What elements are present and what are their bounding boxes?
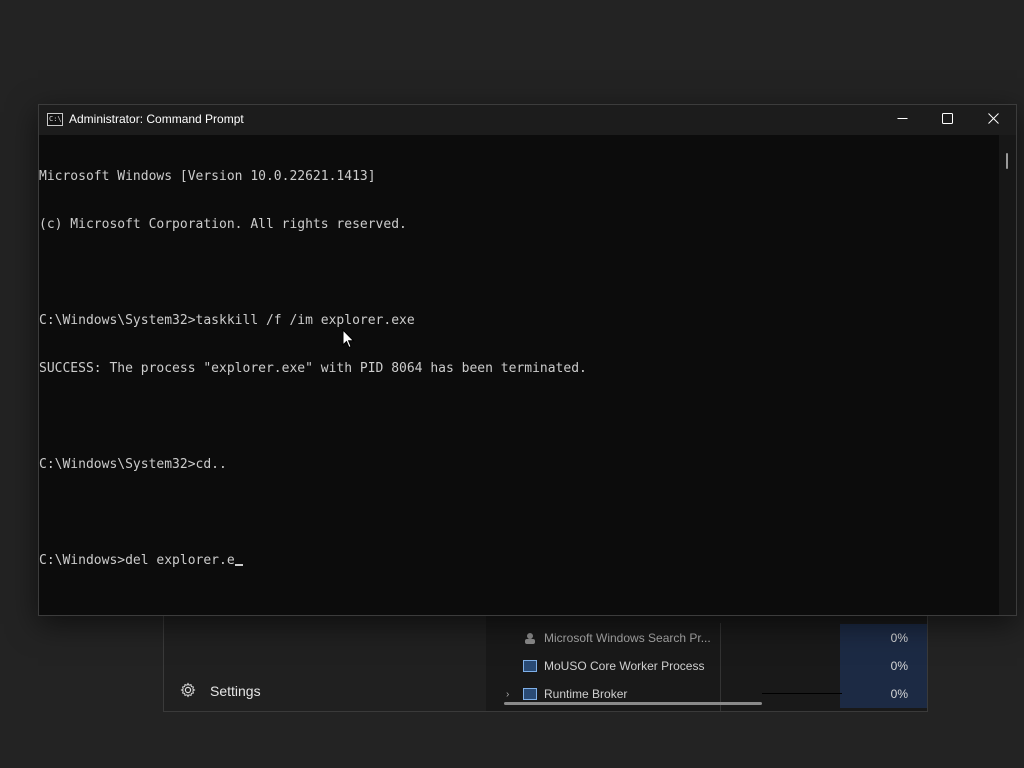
scrollbar-thumb[interactable] — [1006, 153, 1008, 169]
process-name: Runtime Broker — [544, 687, 628, 701]
process-row[interactable]: MoUSO Core Worker Process 0% — [486, 652, 927, 680]
search-indexer-icon — [523, 632, 537, 644]
window-icon — [523, 688, 537, 700]
process-row[interactable]: Microsoft Windows Search Pr... 0% — [486, 624, 927, 652]
maximize-icon — [941, 111, 953, 129]
maximize-button[interactable] — [924, 105, 970, 135]
console-text: Microsoft Windows [Version 10.0.22621.14… — [39, 137, 587, 601]
minimize-button[interactable] — [879, 105, 925, 135]
gear-icon — [180, 682, 196, 701]
process-name: Microsoft Windows Search Pr... — [544, 631, 711, 645]
console-line: Microsoft Windows [Version 10.0.22621.14… — [39, 169, 376, 184]
process-cpu: 0% — [840, 652, 927, 680]
console-line: C:\Windows\System32>taskkill /f /im expl… — [39, 313, 415, 328]
console-line: (c) Microsoft Corporation. All rights re… — [39, 217, 407, 232]
cmd-app-icon: C:\ — [47, 113, 63, 126]
mouse-pointer-icon — [342, 329, 355, 349]
window-title: Administrator: Command Prompt — [69, 112, 244, 126]
minimize-icon — [897, 111, 908, 129]
window-icon — [523, 660, 537, 672]
divider — [762, 693, 842, 694]
current-command: C:\Windows>del explorer.e — [39, 553, 235, 568]
close-button[interactable] — [970, 105, 1016, 135]
process-list: Microsoft Windows Search Pr... 0% MoUSO … — [486, 601, 927, 711]
console-line: C:\Windows\System32>cd.. — [39, 457, 227, 472]
console-line: SUCCESS: The process "explorer.exe" with… — [39, 361, 587, 376]
title-bar[interactable]: C:\ Administrator: Command Prompt — [39, 105, 1016, 135]
console-input-line[interactable]: C:\Windows>del explorer.e — [39, 553, 587, 569]
command-prompt-window[interactable]: C:\ Administrator: Command Prompt Micros… — [38, 104, 1017, 616]
close-icon — [987, 111, 999, 129]
text-cursor — [234, 564, 243, 566]
settings-label: Settings — [210, 683, 261, 699]
task-manager-nav: Settings — [164, 601, 486, 711]
chevron-right-icon[interactable]: › — [506, 689, 516, 700]
process-cpu: 0% — [840, 680, 927, 708]
desktop-background: Settings Microsoft Windows Search Pr... … — [0, 0, 1024, 768]
task-manager-window: Settings Microsoft Windows Search Pr... … — [163, 600, 928, 712]
vertical-scrollbar[interactable] — [999, 135, 1016, 615]
task-manager-settings-item[interactable]: Settings — [180, 681, 261, 701]
console-output[interactable]: Microsoft Windows [Version 10.0.22621.14… — [39, 135, 999, 615]
process-cpu: 0% — [840, 624, 927, 652]
process-name: MoUSO Core Worker Process — [544, 659, 705, 673]
horizontal-scrollbar[interactable] — [504, 702, 762, 705]
